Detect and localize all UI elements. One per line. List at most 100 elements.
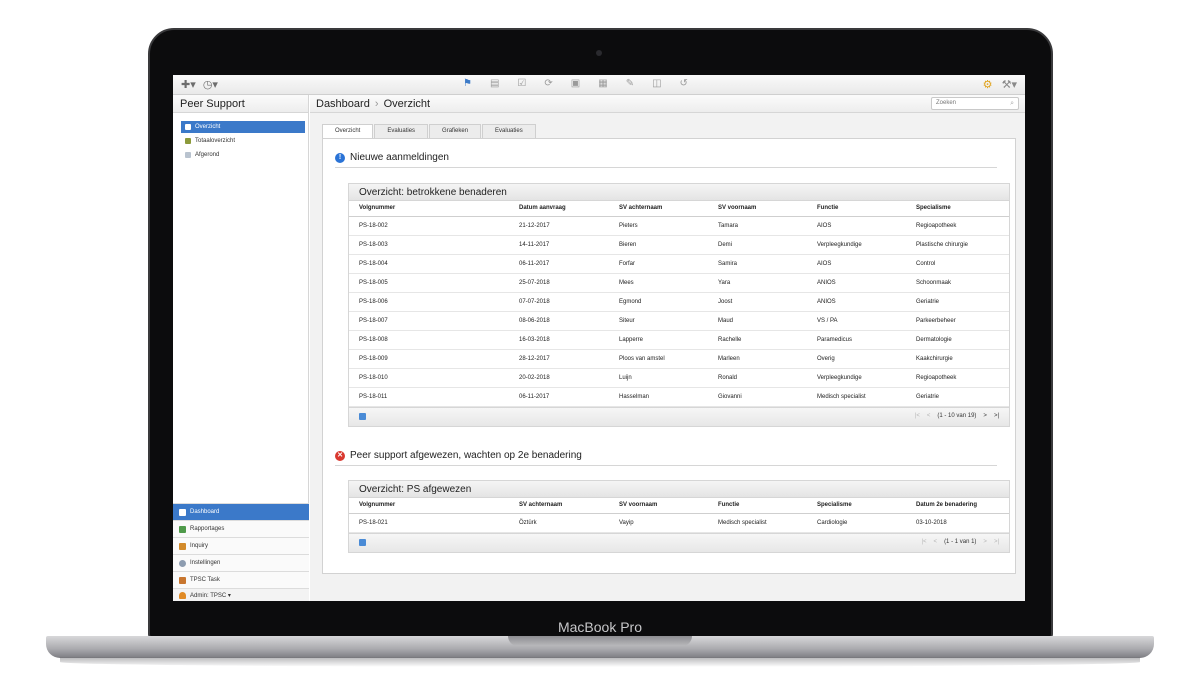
- pager-first-button[interactable]: |<: [915, 413, 920, 419]
- sidebar-item-afgerond[interactable]: Afgerond: [181, 149, 305, 161]
- column-header[interactable]: Functie: [708, 498, 807, 514]
- table-cell: Luijn: [609, 368, 708, 388]
- nav-rapportages[interactable]: Rapportages: [173, 520, 309, 537]
- nav-tpsc-task[interactable]: TPSC Task: [173, 571, 309, 588]
- folder-icon: [185, 138, 191, 144]
- nav-inquiry[interactable]: Inquiry: [173, 537, 309, 554]
- nav-dashboard[interactable]: Dashboard: [173, 503, 309, 520]
- search-icon[interactable]: ⌕: [1010, 98, 1014, 109]
- table-cell: PS-18-002: [349, 216, 509, 236]
- toolbar-center: ⚑ ▤ ☑ ⟳ ▣ ▦ ✎ ◫ ↺: [463, 78, 688, 89]
- pager-prev-button[interactable]: <: [927, 413, 931, 419]
- table-cell: Verpleegkundige: [807, 235, 906, 255]
- task-icon: [179, 576, 186, 584]
- table-row[interactable]: PS-18-011 06-11-2017 Hasselman Giovanni Medi…: [349, 387, 1009, 407]
- pager-first-button[interactable]: |<: [921, 539, 926, 545]
- document-icon[interactable]: ▤: [490, 78, 499, 89]
- table-cell: Giovanni: [708, 387, 807, 407]
- nav-label: Inquiry: [190, 543, 209, 549]
- column-header[interactable]: Functie: [807, 201, 906, 217]
- table-row[interactable]: PS-18-010 20-02-2018 Luijn Ronald Verpleegku…: [349, 368, 1009, 388]
- tab-evaluaties-2[interactable]: Evaluaties: [482, 124, 536, 138]
- table-icon[interactable]: ▦: [598, 78, 607, 89]
- pager-last-button[interactable]: >|: [994, 539, 999, 545]
- table-cell: PS-18-003: [349, 235, 509, 255]
- table-cell: Egmond: [609, 292, 708, 312]
- settings-icon: [179, 559, 186, 567]
- column-header[interactable]: Datum aanvraag: [509, 201, 609, 217]
- trash-icon[interactable]: ◫: [652, 78, 661, 89]
- table-cell: 16-03-2018: [509, 330, 609, 350]
- table-cell: AIOS: [807, 216, 906, 236]
- pager-next-button[interactable]: >: [983, 413, 987, 419]
- grid-title: Overzicht: betrokkene benaderen: [349, 184, 1009, 201]
- section-divider: [335, 167, 997, 168]
- table-cell: PS-18-008: [349, 330, 509, 350]
- breadcrumb-root[interactable]: Dashboard: [316, 98, 370, 110]
- dashboard-icon: [179, 508, 186, 516]
- table-cell: Overig: [807, 349, 906, 369]
- table-cell: Regioapotheek: [906, 216, 1009, 236]
- add-icon[interactable]: ✚▾: [181, 79, 196, 91]
- grid-afgewezen: Overzicht: PS afgewezen Volgnummer SV ac…: [348, 480, 1010, 553]
- table-row[interactable]: PS-18-009 28-12-2017 Ploos van amstel Marle…: [349, 349, 1009, 369]
- column-header[interactable]: Volgnummer: [349, 498, 509, 514]
- column-header[interactable]: Specialisme: [906, 201, 1009, 217]
- column-header[interactable]: SV achternaam: [509, 498, 609, 514]
- table-cell: ANIOS: [807, 292, 906, 312]
- dashboard-clock-icon[interactable]: ◷▾: [203, 79, 218, 91]
- table-row[interactable]: PS-18-008 16-03-2018 Lapperre Rachelle Param…: [349, 330, 1009, 350]
- table-row[interactable]: PS-18-002 21-12-2017 Pieters Tamara AIOS Regi…: [349, 216, 1009, 236]
- table-cell: Plastische chirurgie: [906, 235, 1009, 255]
- pager-prev-button[interactable]: <: [934, 539, 938, 545]
- sidebar-item-overzicht[interactable]: Overzicht: [181, 121, 305, 133]
- undo-icon[interactable]: ↺: [680, 78, 688, 89]
- archive-icon: [185, 152, 191, 158]
- pager-next-button[interactable]: >: [983, 539, 987, 545]
- export-icon[interactable]: [359, 538, 366, 546]
- table-row[interactable]: PS-18-003 14-11-2017 Bieren Demi Verpleegkun…: [349, 235, 1009, 255]
- table-row[interactable]: PS-18-007 08-06-2018 Siteur Maud VS / PA Park…: [349, 311, 1009, 331]
- tools-icon[interactable]: ⚒▾: [1002, 79, 1017, 91]
- table-cell: Verpleegkundige: [807, 368, 906, 388]
- nav-instellingen[interactable]: Instellingen: [173, 554, 309, 571]
- tab-overzicht[interactable]: Overzicht: [322, 124, 374, 138]
- tab-evaluaties[interactable]: Evaluaties: [374, 124, 429, 138]
- table-row[interactable]: PS-18-004 06-11-2017 Forfar Samira AIOS Contr…: [349, 254, 1009, 274]
- table-cell: PS-18-011: [349, 387, 509, 407]
- table-cell: Rachelle: [708, 330, 807, 350]
- table-cell: Medisch specialist: [807, 387, 906, 407]
- column-header[interactable]: Volgnummer: [349, 201, 509, 217]
- sidebar-item-totaaloverzicht[interactable]: Totaaloverzicht: [181, 135, 305, 147]
- table-cell: Bieren: [609, 235, 708, 255]
- table-cell: 03-10-2018: [906, 513, 1009, 533]
- nav-label: Rapportages: [190, 526, 225, 532]
- home-icon[interactable]: ⚑: [463, 78, 472, 89]
- save-icon[interactable]: ▣: [571, 78, 580, 89]
- tab-grafieken[interactable]: Grafieken: [429, 124, 482, 138]
- checklist-icon[interactable]: ☑: [517, 78, 526, 89]
- column-header[interactable]: SV voornaam: [609, 498, 708, 514]
- error-icon: ✕: [335, 450, 345, 461]
- column-header[interactable]: SV voornaam: [708, 201, 807, 217]
- sidebar-nav: Dashboard Rapportages Inquiry Instelling…: [173, 503, 309, 601]
- table-row[interactable]: PS-18-021 Öztürk Vayip Medisch specialist Ca…: [349, 513, 1009, 533]
- refresh-icon[interactable]: ⟳: [544, 78, 552, 89]
- edit-icon[interactable]: ✎: [626, 78, 634, 89]
- section-title-rejected: ✕ Peer support afgewezen, wachten op 2e …: [335, 450, 582, 461]
- table-cell: Öztürk: [509, 513, 609, 533]
- table-cell: PS-18-010: [349, 368, 509, 388]
- nav-label: TPSC Task: [190, 577, 220, 583]
- column-header[interactable]: SV achternaam: [609, 201, 708, 217]
- search-input[interactable]: Zoeken ⌕: [931, 97, 1019, 110]
- table-row[interactable]: PS-18-005 25-07-2018 Mees Yara ANIOS Schoonma…: [349, 273, 1009, 293]
- table-header-row: Volgnummer Datum aanvraag SV achternaam …: [349, 201, 1009, 217]
- pager-last-button[interactable]: >|: [994, 413, 999, 419]
- column-header[interactable]: Specialisme: [807, 498, 906, 514]
- user-lock-icon[interactable]: ⚙: [983, 79, 993, 91]
- table-row[interactable]: PS-18-006 07-07-2018 Egmond Joost ANIOS Geria…: [349, 292, 1009, 312]
- column-header[interactable]: Datum 2e benadering: [906, 498, 1009, 514]
- export-icon[interactable]: [359, 412, 366, 420]
- admin-menu[interactable]: Admin: TPSC ▾: [173, 588, 309, 601]
- list-icon: [185, 124, 191, 130]
